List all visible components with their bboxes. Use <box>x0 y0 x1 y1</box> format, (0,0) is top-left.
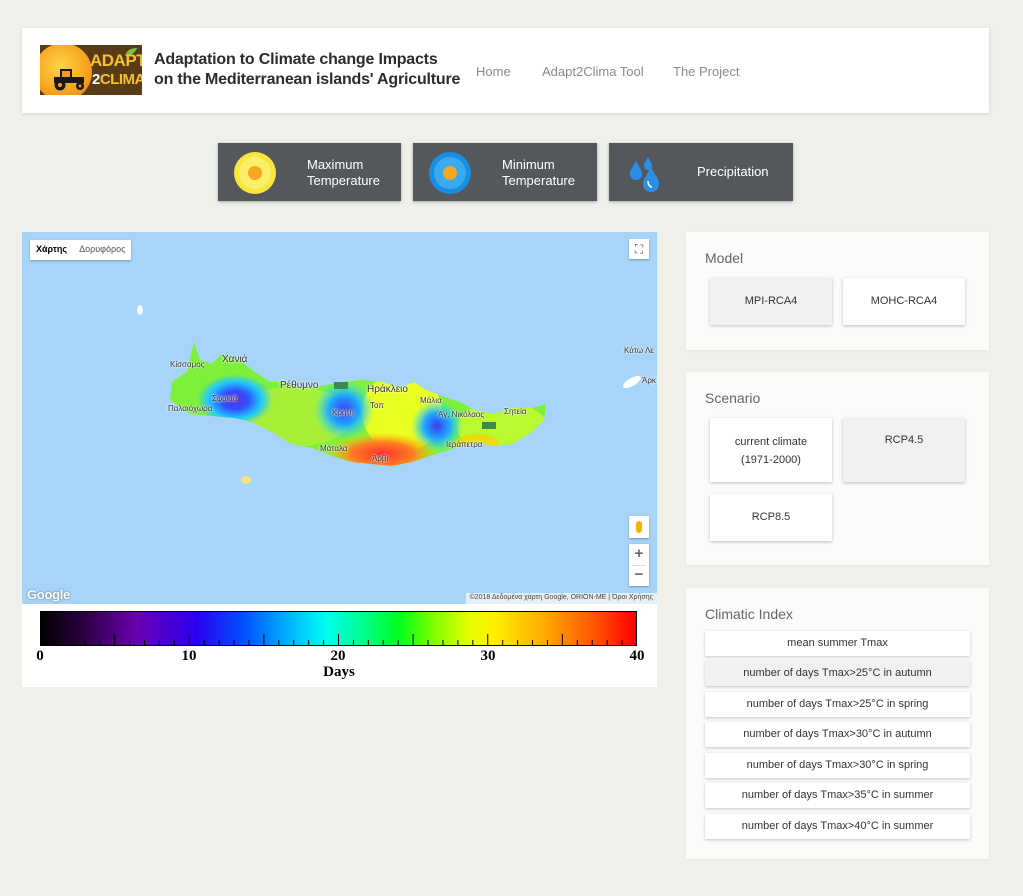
max-temperature-label: Maximum Temperature <box>307 157 380 189</box>
zoom-control: + − <box>629 544 649 586</box>
place-matala: Μάταλα <box>320 444 348 453</box>
scenario-current-climate-line1: current climate <box>734 436 808 448</box>
colorbar-legend: 0 10 20 30 40 Days <box>22 604 657 687</box>
max-temperature-line1: Maximum <box>307 157 364 172</box>
min-temperature-button[interactable]: Minimum Temperature <box>413 143 597 201</box>
min-temperature-label: Minimum Temperature <box>502 157 575 189</box>
tick-label-30: 30 <box>480 648 496 664</box>
max-temperature-button[interactable]: Maximum Temperature <box>218 143 401 201</box>
min-temperature-line1: Minimum <box>502 157 555 172</box>
nav-home-link[interactable]: Home <box>476 64 511 79</box>
climatic-index-panel: Climatic Index mean summer Tmax number o… <box>686 588 989 859</box>
pegman-icon <box>636 521 642 533</box>
min-temperature-line2: Temperature <box>502 173 575 188</box>
logo-text-2: 2 <box>92 71 100 88</box>
place-ark: Άρκ <box>642 376 656 385</box>
tick-label-0: 0 <box>36 648 44 664</box>
index-option[interactable]: mean summer Tmax <box>705 631 970 656</box>
place-heraklion: Ηράκλειο <box>367 384 408 395</box>
index-option[interactable]: number of days Tmax>25°C in spring <box>705 692 970 717</box>
street-view-pegman-button[interactable] <box>629 516 649 538</box>
place-rethymno: Ρέθυμνο <box>280 380 319 391</box>
model-panel: Model MPI-RCA4 MOHC-RCA4 <box>686 232 989 350</box>
site-header: ADAPT 2CLIMA Adaptation to Climate chang… <box>22 28 989 113</box>
adapt2clima-logo[interactable]: ADAPT 2CLIMA <box>40 45 142 95</box>
place-arvi: Άρβι <box>372 454 389 463</box>
crete-map[interactable]: Χανιά Κίσσαμος Ρέθυμνο Ηράκλειο Σφακιά Π… <box>22 232 657 604</box>
place-agnikolaos: Άγ. Νικόλαος <box>438 410 485 419</box>
map-terms-link[interactable]: Όροι Χρήσης <box>612 594 653 601</box>
scenario-rcp85-button[interactable]: RCP8.5 <box>710 494 832 541</box>
place-ierapetra: Ιεράπετρα <box>446 440 483 449</box>
tractor-icon <box>54 69 84 91</box>
place-kissamos: Κίσσαμος <box>170 360 205 369</box>
index-option[interactable]: number of days Tmax>40°C in summer <box>705 814 970 839</box>
site-title-line1: Adaptation to Climate change Impacts <box>154 51 438 68</box>
scenario-panel: Scenario current climate (1971-2000) RCP… <box>686 372 989 565</box>
index-option[interactable]: number of days Tmax>30°C in spring <box>705 753 970 778</box>
place-kriti: Κρήτη <box>332 408 354 417</box>
fullscreen-icon: ⛶ <box>634 242 644 256</box>
map-attribution: ©2018 Δεδομένα χάρτη Google, ORION-ME | … <box>465 593 657 604</box>
sun-yellow-icon <box>234 152 276 194</box>
scenario-rcp45-button[interactable]: RCP4.5 <box>843 418 965 482</box>
scenario-current-climate-button[interactable]: current climate (1971-2000) <box>710 418 832 482</box>
max-temperature-line2: Temperature <box>307 173 380 188</box>
precipitation-label: Precipitation <box>697 164 769 179</box>
place-siteia: Σητεία <box>504 407 527 416</box>
google-logo: Google <box>27 587 70 602</box>
precipitation-button[interactable]: Precipitation <box>609 143 793 201</box>
zoom-out-button[interactable]: − <box>629 565 649 586</box>
nav-project-link[interactable]: The Project <box>673 64 739 79</box>
scenario-current-climate-line2: (1971-2000) <box>741 454 801 466</box>
colorbar-ticks <box>40 634 637 646</box>
place-kasos: Κάτω Λε <box>624 346 654 355</box>
colorbar-unit: Days <box>323 664 355 680</box>
index-option[interactable]: number of days Tmax>25°C in autumn <box>705 661 970 686</box>
map-type-control: Χάρτης Δορυφόρος <box>30 240 132 260</box>
site-title-line2: on the Mediterranean islands' Agricultur… <box>154 71 461 88</box>
index-option[interactable]: number of days Tmax>35°C in summer <box>705 783 970 808</box>
place-chania: Χανιά <box>222 354 248 365</box>
model-mohc-rca4-button[interactable]: MOHC-RCA4 <box>843 278 965 325</box>
place-sfakia: Σφακιά <box>212 394 238 403</box>
zoom-in-button[interactable]: + <box>629 544 649 565</box>
place-paleochora: Παλαιόχωρα <box>168 404 213 413</box>
scenario-title: Scenario <box>705 390 761 406</box>
climatic-index-title: Climatic Index <box>705 606 793 622</box>
map-type-satellite-button[interactable]: Δορυφόρος <box>73 240 131 260</box>
tick-label-40: 40 <box>629 648 645 664</box>
logo-text-adapt: ADAPT <box>90 51 142 70</box>
model-title: Model <box>705 250 744 266</box>
sun-blue-icon <box>429 152 471 194</box>
crete-heatmap <box>137 305 641 484</box>
logo-text-2clima: 2CLIMA <box>92 71 142 88</box>
map-data-credit[interactable]: ©2018 Δεδομένα χάρτη Google, ORION-ME <box>470 594 607 601</box>
fullscreen-button[interactable]: ⛶ <box>629 239 649 259</box>
nav-tool-link[interactable]: Adapt2Clima Tool <box>542 64 644 79</box>
raindrops-icon <box>630 157 659 192</box>
tick-label-10: 10 <box>181 648 197 664</box>
index-option[interactable]: number of days Tmax>30°C in autumn <box>705 722 970 747</box>
place-tympaki: Τοπ <box>370 401 384 410</box>
zoom-divider <box>632 565 646 566</box>
place-malia: Μάλια <box>420 396 442 405</box>
site-title: Adaptation to Climate change Impacts on … <box>154 50 460 90</box>
tick-label-20: 20 <box>330 648 346 664</box>
model-mpi-rca4-button[interactable]: MPI-RCA4 <box>710 278 832 325</box>
map-type-map-button[interactable]: Χάρτης <box>30 240 73 260</box>
logo-text-clima: CLIMA <box>99 71 142 88</box>
